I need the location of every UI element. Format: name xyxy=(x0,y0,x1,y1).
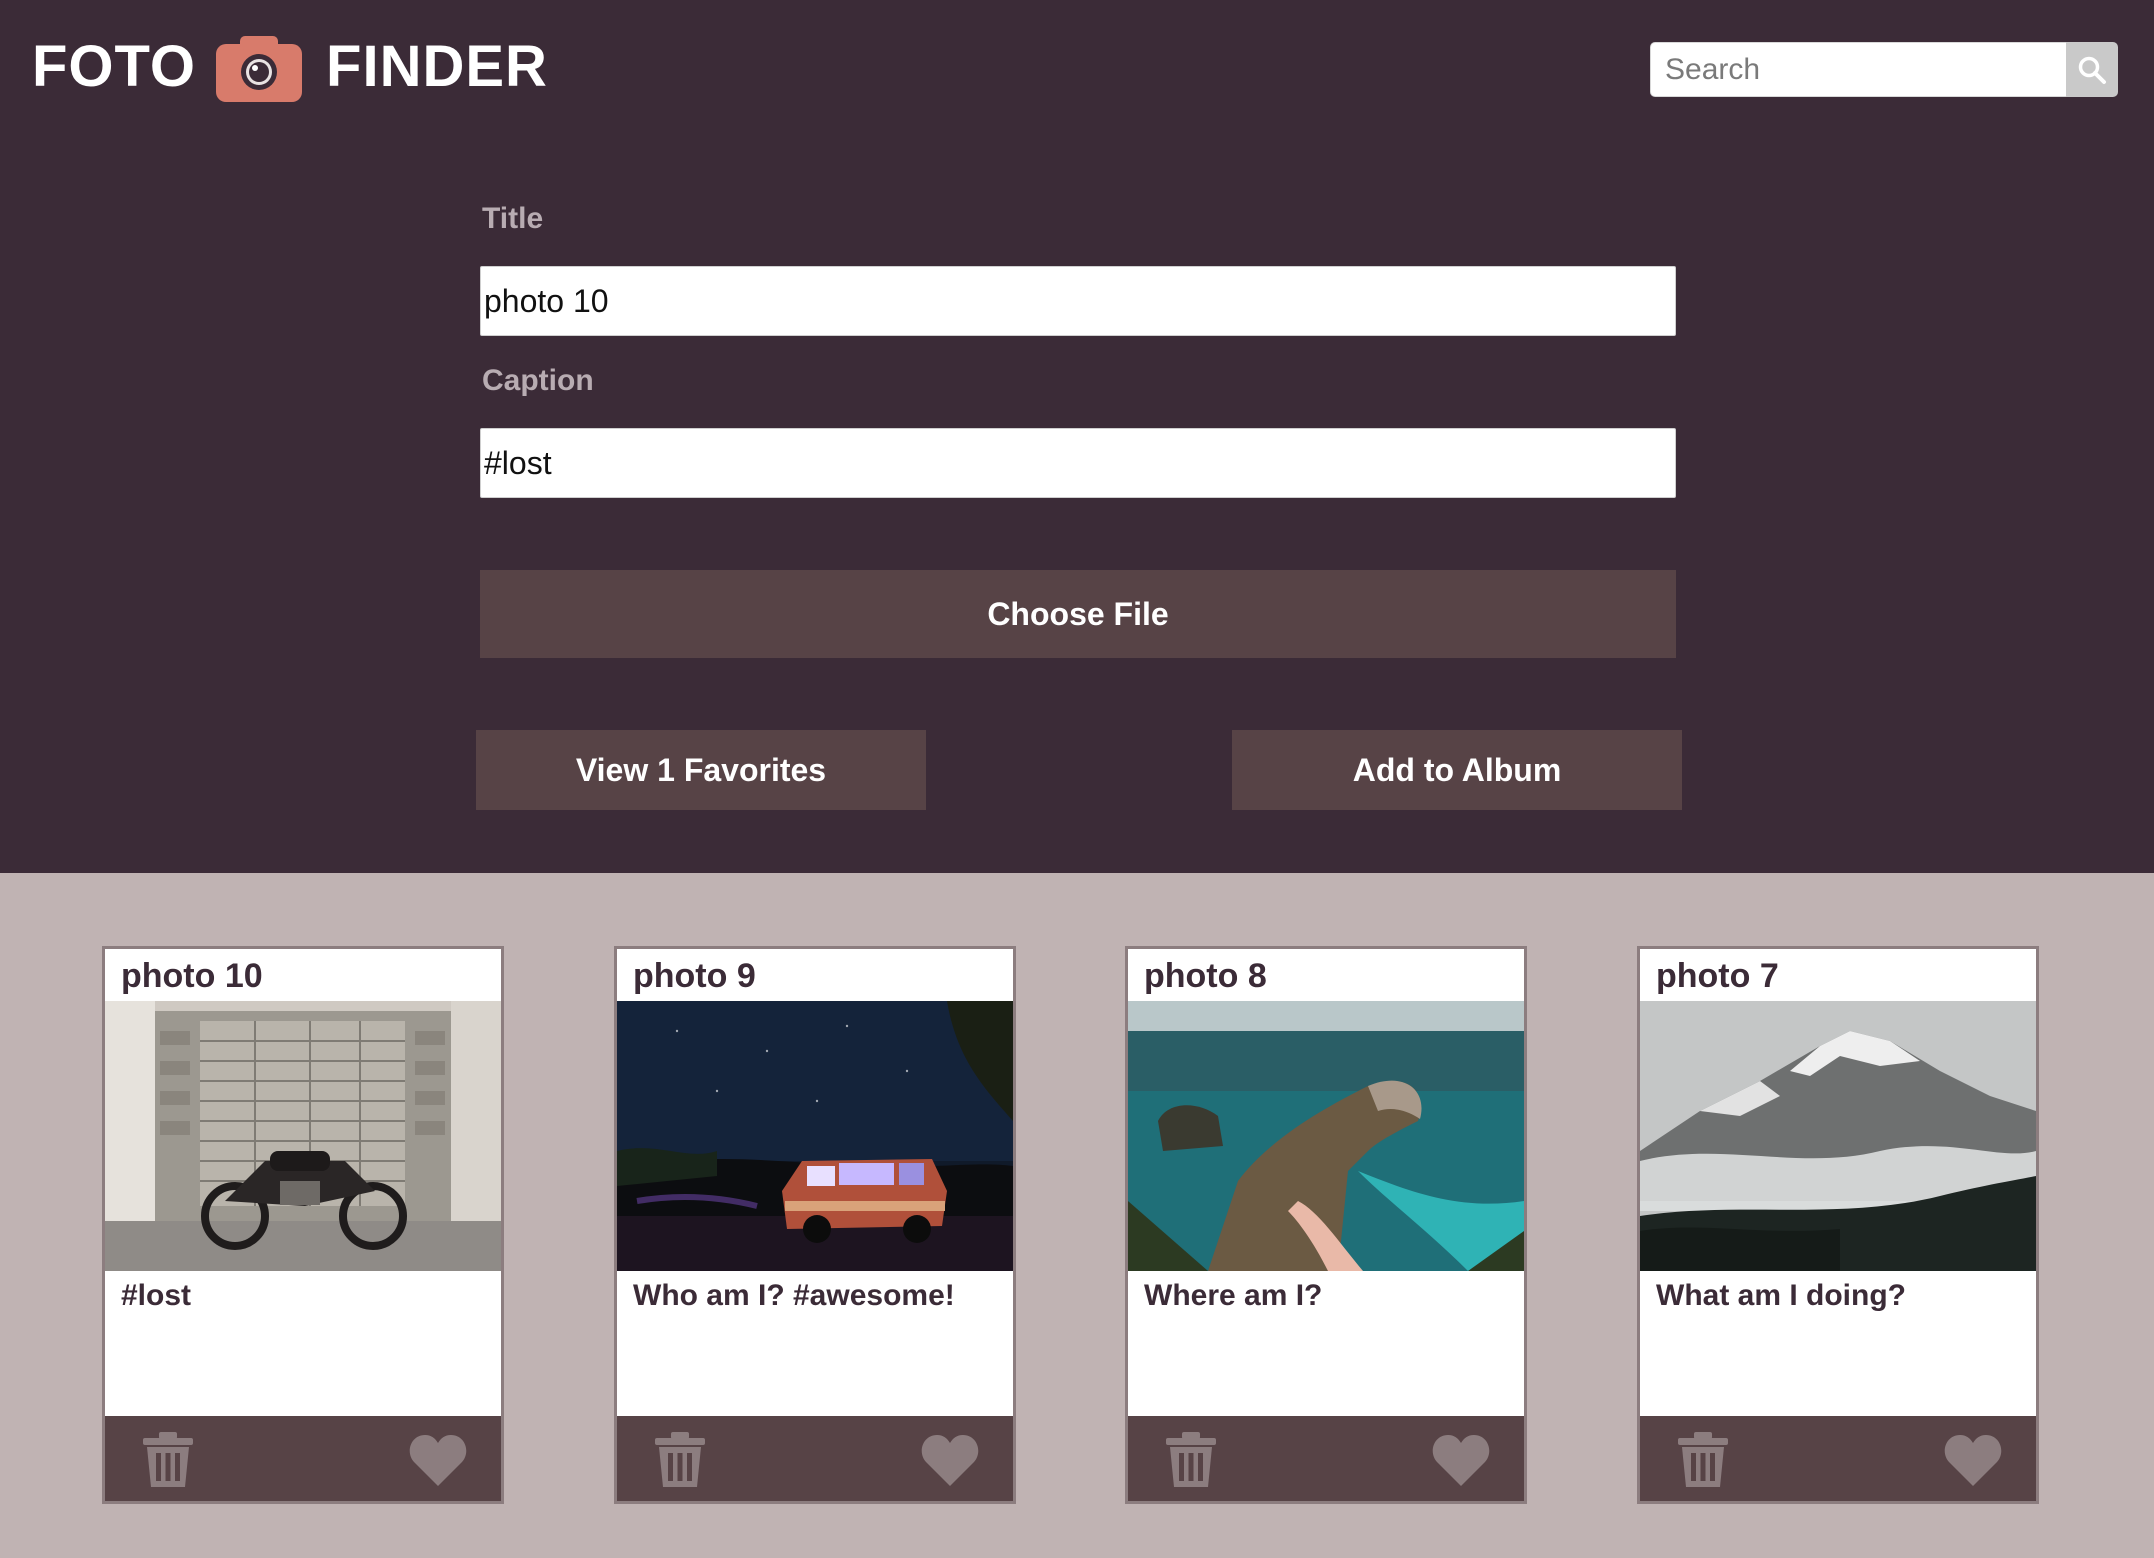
trash-icon[interactable] xyxy=(1676,1432,1730,1488)
view-favorites-button[interactable]: View 1 Favorites xyxy=(476,730,926,810)
card-title[interactable]: photo 9 xyxy=(617,949,1013,1001)
card-caption[interactable]: What am I doing? xyxy=(1640,1271,2036,1416)
heart-icon[interactable] xyxy=(1432,1434,1490,1486)
trash-icon[interactable] xyxy=(653,1432,707,1488)
logo-text-right: FINDER xyxy=(326,33,548,99)
photo-card: photo 9 Who am I? #awesome! xyxy=(614,946,1016,1504)
search-icon xyxy=(2078,56,2106,84)
misty-mountains-photo[interactable] xyxy=(1640,1001,2036,1271)
caption-label: Caption xyxy=(482,364,594,397)
card-actions xyxy=(1640,1416,2036,1501)
card-actions xyxy=(105,1416,501,1501)
card-actions xyxy=(1128,1416,1524,1501)
photo-card: photo 8 Where am I? xyxy=(1125,946,1527,1504)
card-actions xyxy=(617,1416,1013,1501)
title-input[interactable]: photo 10 xyxy=(480,266,1676,336)
trash-icon[interactable] xyxy=(1164,1432,1218,1488)
card-title[interactable]: photo 7 xyxy=(1640,949,2036,1001)
photo-card: photo 10 #lost xyxy=(102,946,504,1504)
card-title[interactable]: photo 8 xyxy=(1128,949,1524,1001)
heart-icon[interactable] xyxy=(1944,1434,2002,1486)
add-to-album-button[interactable]: Add to Album xyxy=(1232,730,1682,810)
logo-text-left: FOTO xyxy=(32,33,197,99)
search-input[interactable] xyxy=(1650,42,2066,97)
search-bar xyxy=(1650,42,2118,97)
choose-file-button[interactable]: Choose File xyxy=(480,570,1676,658)
coastal-cliff-photo[interactable] xyxy=(1128,1001,1524,1271)
heart-icon[interactable] xyxy=(409,1434,467,1486)
camera-icon xyxy=(214,34,304,102)
card-caption[interactable]: #lost xyxy=(105,1271,501,1416)
card-caption[interactable]: Where am I? xyxy=(1128,1271,1524,1416)
trash-icon[interactable] xyxy=(141,1432,195,1488)
app-logo[interactable]: FOTO FINDER xyxy=(32,28,548,104)
header-section: FOTO FINDER Title photo 10 Caption #lost… xyxy=(0,0,2154,873)
search-button[interactable] xyxy=(2066,42,2118,97)
title-label: Title xyxy=(482,202,544,235)
motorcycle-photo[interactable] xyxy=(105,1001,501,1271)
card-caption[interactable]: Who am I? #awesome! xyxy=(617,1271,1013,1416)
van-at-night-photo[interactable] xyxy=(617,1001,1013,1271)
photo-card: photo 7 What am I doing? xyxy=(1637,946,2039,1504)
caption-input[interactable]: #lost xyxy=(480,428,1676,498)
card-title[interactable]: photo 10 xyxy=(105,949,501,1001)
heart-icon[interactable] xyxy=(921,1434,979,1486)
